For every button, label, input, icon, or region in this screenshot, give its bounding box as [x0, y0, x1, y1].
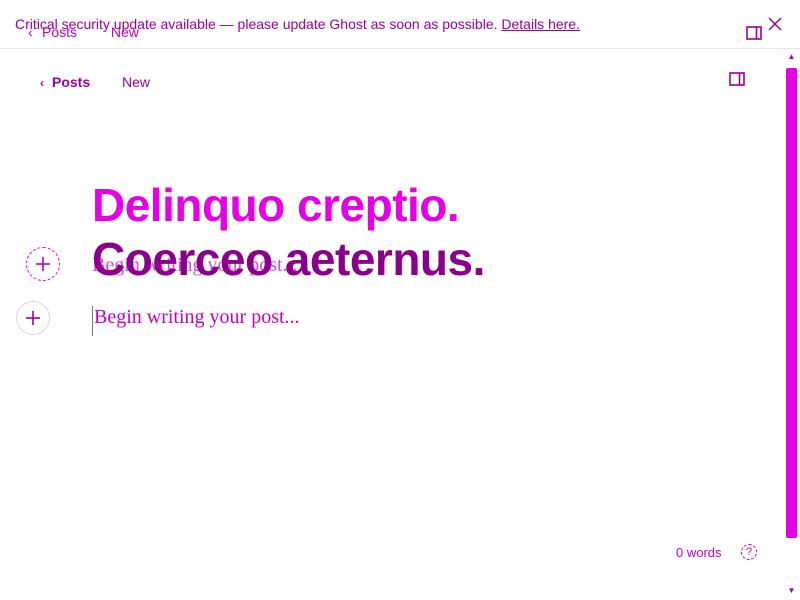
help-icon[interactable]: ?	[741, 544, 757, 560]
word-count: 0 words	[676, 545, 722, 560]
post-settings-toggle-icon[interactable]	[729, 72, 745, 86]
back-to-posts-link[interactable]: ‹ Posts	[40, 74, 90, 90]
add-card-button[interactable]	[16, 301, 50, 335]
post-body-editor[interactable]: Begin writing your post...	[92, 306, 694, 336]
post-status: New	[122, 74, 151, 90]
banner-details-link[interactable]: Details here.	[501, 16, 580, 32]
banner-message: Critical security update available — ple…	[15, 16, 580, 32]
security-update-banner: ‹ Posts New Critical security update avai…	[0, 0, 800, 49]
post-title-line-1[interactable]: Delinquo creptio.	[92, 178, 460, 232]
back-to-posts-label: Posts	[52, 74, 91, 90]
scroll-down-arrow-icon[interactable]: ▼	[786, 586, 797, 596]
plus-icon	[36, 257, 50, 271]
add-card-button-ghost[interactable]	[26, 247, 60, 281]
close-icon[interactable]	[766, 15, 784, 33]
post-title-line-2[interactable]: Coerceo aeternus.	[92, 232, 485, 286]
plus-icon	[26, 311, 40, 325]
scroll-up-arrow-icon[interactable]: ▲	[786, 52, 797, 62]
chevron-left-icon: ‹	[40, 76, 44, 90]
banner-message-text: Critical security update available — ple…	[15, 16, 498, 32]
sidebar-toggle-icon[interactable]	[746, 26, 762, 40]
editor-nav: ‹ Posts New	[40, 74, 150, 90]
scrollbar-thumb[interactable]	[786, 68, 797, 538]
